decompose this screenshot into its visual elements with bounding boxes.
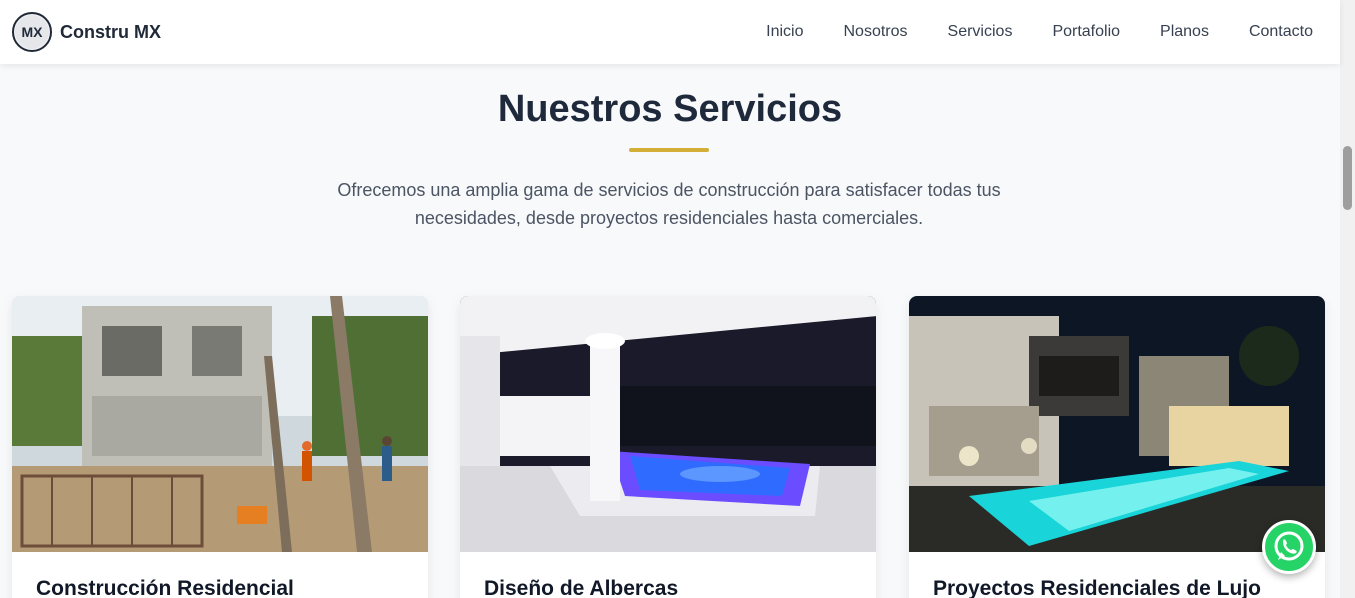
card-title: Diseño de Albercas <box>484 577 679 598</box>
nav-inicio[interactable]: Inicio <box>766 23 803 41</box>
service-card-construccion[interactable]: Construcción Residencial <box>12 296 428 598</box>
nav-contacto[interactable]: Contacto <box>1249 23 1313 41</box>
whatsapp-button[interactable] <box>1262 520 1316 574</box>
section-subtitle: Ofrecemos una amplia gama de servicios d… <box>337 180 1001 228</box>
luxury-house-image <box>909 296 1325 552</box>
page-scrollbar[interactable] <box>1340 0 1355 598</box>
nav-portafolio[interactable]: Portafolio <box>1052 23 1120 41</box>
whatsapp-icon <box>1274 531 1304 561</box>
nav-servicios[interactable]: Servicios <box>948 23 1013 41</box>
card-title: Proyectos Residenciales de Lujo <box>933 577 1261 598</box>
scrollbar-thumb[interactable] <box>1343 146 1352 210</box>
pool-image <box>460 296 876 552</box>
logo-text: MX <box>22 24 44 40</box>
main-nav: Inicio Nosotros Servicios Portafolio Pla… <box>726 0 1313 64</box>
card-title: Construcción Residencial <box>36 577 294 598</box>
section-title: Nuestros Servicios <box>497 88 843 130</box>
brand-logo: MX <box>12 12 52 52</box>
nav-planos[interactable]: Planos <box>1160 23 1209 41</box>
nav-nosotros[interactable]: Nosotros <box>844 23 908 41</box>
construction-site-image <box>12 296 428 552</box>
title-divider <box>629 148 709 152</box>
service-card-albercas[interactable]: Diseño de Albercas <box>460 296 876 598</box>
brand[interactable]: MX Constru MX <box>12 12 161 52</box>
brand-name: Constru MX <box>60 21 161 42</box>
top-navbar: MX Constru MX Inicio Nosotros Servicios … <box>0 0 1340 64</box>
